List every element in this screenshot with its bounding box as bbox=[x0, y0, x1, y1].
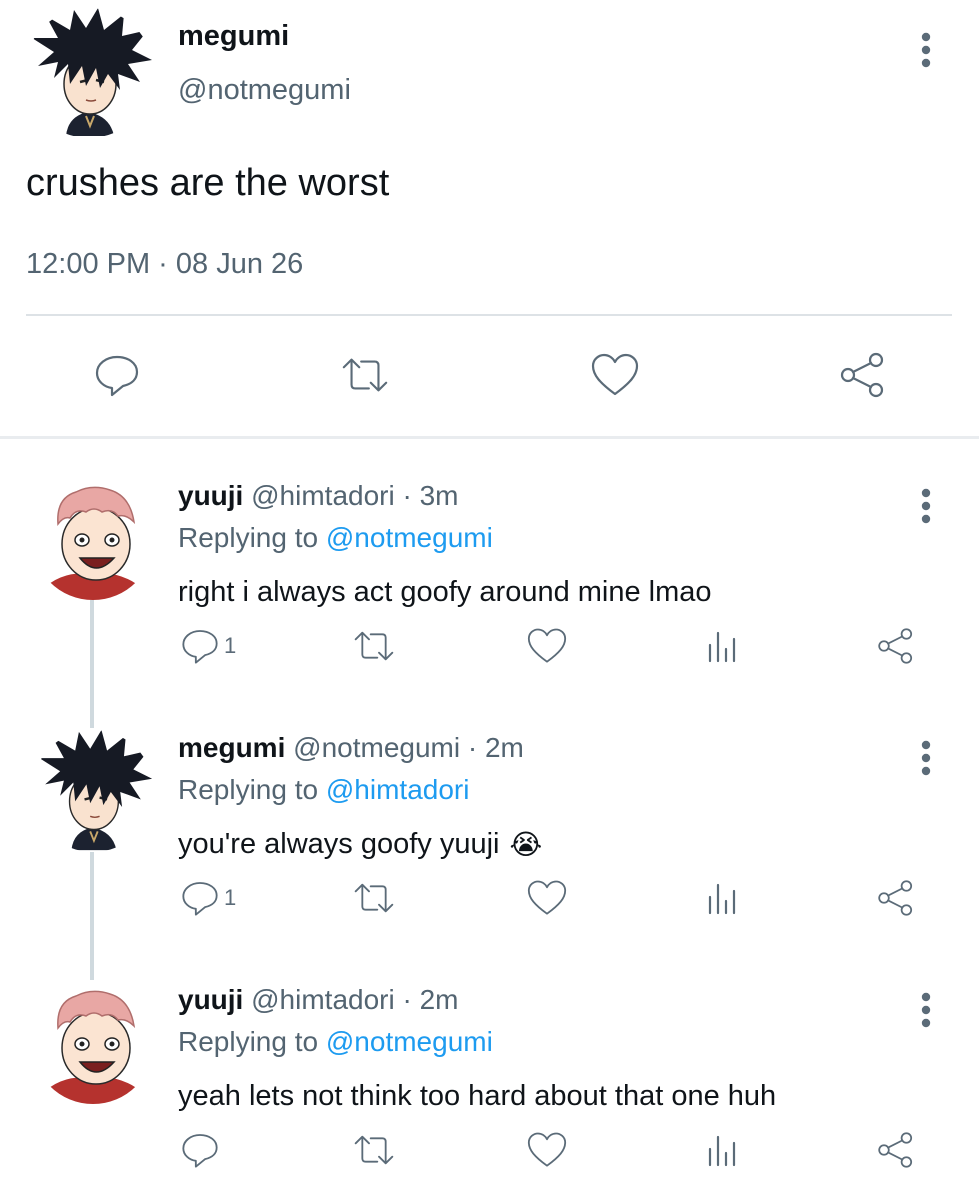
reply-tweet: megumi @notmegumi · 2m Replying to @himt… bbox=[0, 718, 979, 970]
like-icon bbox=[527, 1132, 567, 1167]
mention-link[interactable]: @notmegumi bbox=[326, 1026, 493, 1057]
replying-label: Replying to bbox=[178, 1026, 319, 1057]
replying-label: Replying to bbox=[178, 774, 319, 805]
analytics-icon bbox=[708, 631, 736, 663]
retweet-button[interactable] bbox=[352, 1130, 396, 1170]
reply-header: yuuji @himtadori · 2m bbox=[178, 984, 459, 1016]
author-handle[interactable]: @himtadori bbox=[251, 480, 395, 511]
retweet-button[interactable] bbox=[340, 350, 390, 400]
retweet-icon bbox=[354, 883, 394, 913]
reply-text-content: yeah lets not think too hard about that … bbox=[178, 1080, 777, 1112]
divider bbox=[26, 314, 952, 316]
more-vertical-icon bbox=[921, 992, 931, 1028]
reply-tweet: yuuji @himtadori · 2m Replying to @notme… bbox=[0, 970, 979, 1200]
author-name[interactable]: yuuji bbox=[178, 480, 243, 511]
author-name[interactable]: megumi bbox=[178, 732, 285, 763]
like-button[interactable] bbox=[590, 350, 640, 400]
like-button[interactable] bbox=[526, 878, 568, 918]
more-options-button[interactable] bbox=[914, 486, 938, 526]
reply-icon bbox=[95, 355, 139, 397]
share-icon bbox=[878, 880, 913, 916]
analytics-icon bbox=[708, 883, 736, 915]
share-button[interactable] bbox=[876, 626, 916, 666]
reply-text: right i always act goofy around mine lma… bbox=[178, 576, 712, 609]
analytics-icon bbox=[708, 1135, 736, 1167]
retweet-button[interactable] bbox=[352, 878, 396, 918]
reply-count: 1 bbox=[224, 633, 237, 658]
author-handle[interactable]: @notmegumi bbox=[293, 732, 460, 763]
retweet-button[interactable] bbox=[352, 626, 396, 666]
more-vertical-icon bbox=[921, 488, 931, 524]
reply-header: megumi @notmegumi · 2m bbox=[178, 732, 524, 764]
reply-text: you're always goofy yuuji 😭 bbox=[178, 828, 542, 861]
retweet-icon bbox=[354, 1135, 394, 1165]
share-button[interactable] bbox=[838, 350, 888, 400]
reply-icon bbox=[182, 1134, 218, 1168]
share-button[interactable] bbox=[876, 878, 916, 918]
reply-count: 1 bbox=[224, 885, 237, 910]
tweet-text: crushes are the worst bbox=[26, 162, 390, 204]
analytics-button[interactable] bbox=[704, 878, 742, 918]
more-options-button[interactable] bbox=[914, 990, 938, 1030]
reply-header: yuuji @himtadori · 3m bbox=[178, 480, 459, 512]
author-name[interactable]: yuuji bbox=[178, 984, 243, 1015]
main-tweet: megumi @notmegumi crushes are the worst … bbox=[0, 0, 979, 440]
like-button[interactable] bbox=[526, 1130, 568, 1170]
replying-to: Replying to @himtadori bbox=[178, 774, 469, 806]
crying-emoji: 😭 bbox=[509, 829, 543, 860]
reply-text-content: right i always act goofy around mine lma… bbox=[178, 576, 712, 608]
replying-label: Replying to bbox=[178, 522, 319, 553]
reply-time: · 3m bbox=[402, 480, 459, 511]
retweet-icon bbox=[342, 358, 388, 392]
replying-to: Replying to @notmegumi bbox=[178, 522, 493, 554]
mention-link[interactable]: @notmegumi bbox=[326, 522, 493, 553]
share-button[interactable] bbox=[876, 1130, 916, 1170]
yuuji-avatar[interactable] bbox=[32, 478, 154, 600]
share-icon bbox=[840, 352, 884, 398]
reply-time: · 2m bbox=[402, 984, 459, 1015]
more-options-button[interactable] bbox=[914, 30, 938, 70]
reply-text: yeah lets not think too hard about that … bbox=[178, 1080, 776, 1113]
yuuji-avatar[interactable] bbox=[32, 982, 154, 1104]
share-icon bbox=[878, 1132, 913, 1168]
more-vertical-icon bbox=[921, 32, 931, 68]
mention-link[interactable]: @himtadori bbox=[326, 774, 470, 805]
analytics-button[interactable] bbox=[704, 626, 742, 666]
author-name[interactable]: megumi bbox=[178, 20, 289, 53]
retweet-icon bbox=[354, 631, 394, 661]
like-icon bbox=[527, 628, 567, 663]
megumi-avatar[interactable] bbox=[32, 730, 154, 852]
like-icon bbox=[527, 880, 567, 915]
share-icon bbox=[878, 628, 913, 664]
author-handle[interactable]: @himtadori bbox=[251, 984, 395, 1015]
more-vertical-icon bbox=[921, 740, 931, 776]
reply-button[interactable]: 1 bbox=[180, 626, 236, 666]
analytics-button[interactable] bbox=[704, 1130, 742, 1170]
reply-button[interactable] bbox=[180, 1130, 224, 1170]
replying-to: Replying to @notmegumi bbox=[178, 1026, 493, 1058]
like-button[interactable] bbox=[526, 626, 568, 666]
reply-icon bbox=[182, 630, 218, 664]
reply-time: · 2m bbox=[467, 732, 524, 763]
section-divider bbox=[0, 436, 979, 439]
tweet-timestamp[interactable]: 12:00 PM · 08 Jun 26 bbox=[26, 248, 303, 281]
reply-icon bbox=[182, 882, 218, 916]
reply-text-content: you're always goofy yuuji bbox=[178, 828, 500, 860]
reply-button[interactable] bbox=[92, 350, 142, 400]
megumi-avatar[interactable] bbox=[24, 8, 154, 138]
reply-button[interactable]: 1 bbox=[180, 878, 236, 918]
like-icon bbox=[591, 353, 639, 396]
more-options-button[interactable] bbox=[914, 738, 938, 778]
reply-tweet: yuuji @himtadori · 3m Replying to @notme… bbox=[0, 466, 979, 718]
author-handle[interactable]: @notmegumi bbox=[178, 74, 351, 107]
